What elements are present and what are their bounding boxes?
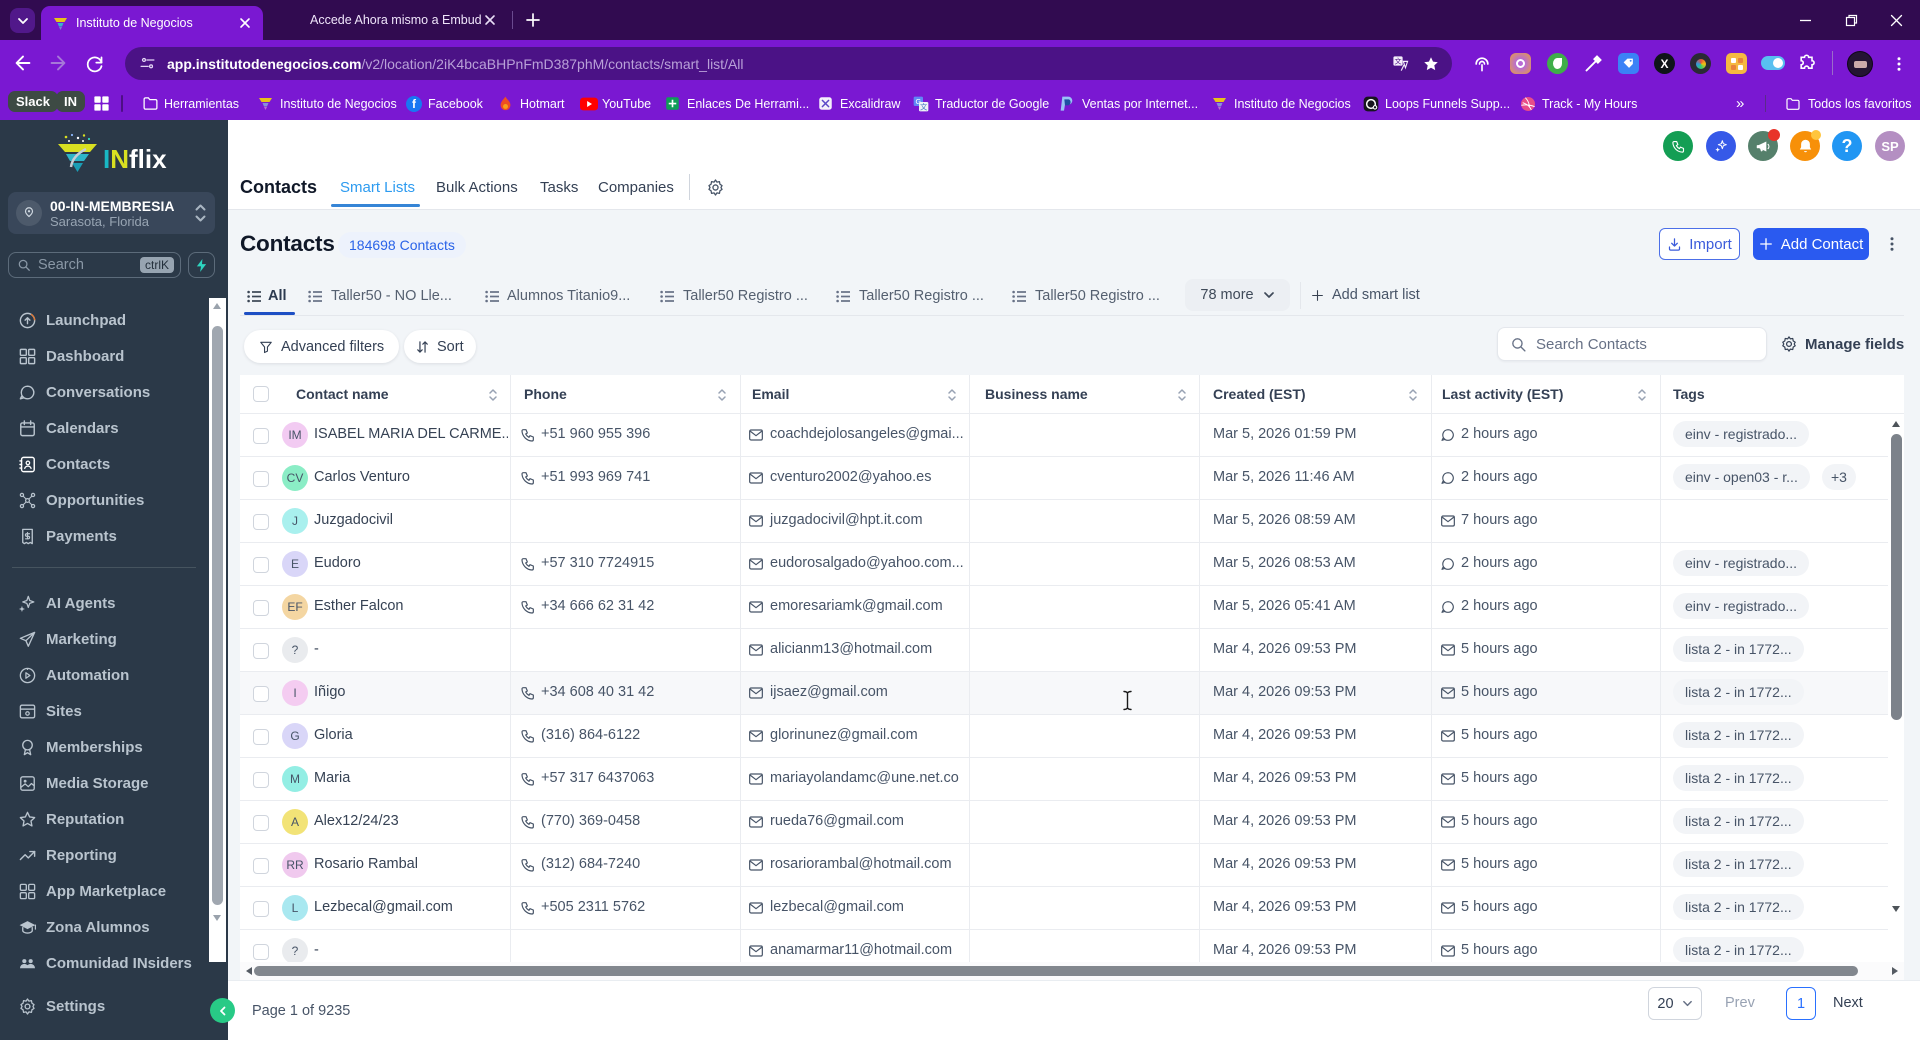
svg-text:文: 文 xyxy=(1394,57,1401,66)
svg-text:文: 文 xyxy=(920,102,928,111)
